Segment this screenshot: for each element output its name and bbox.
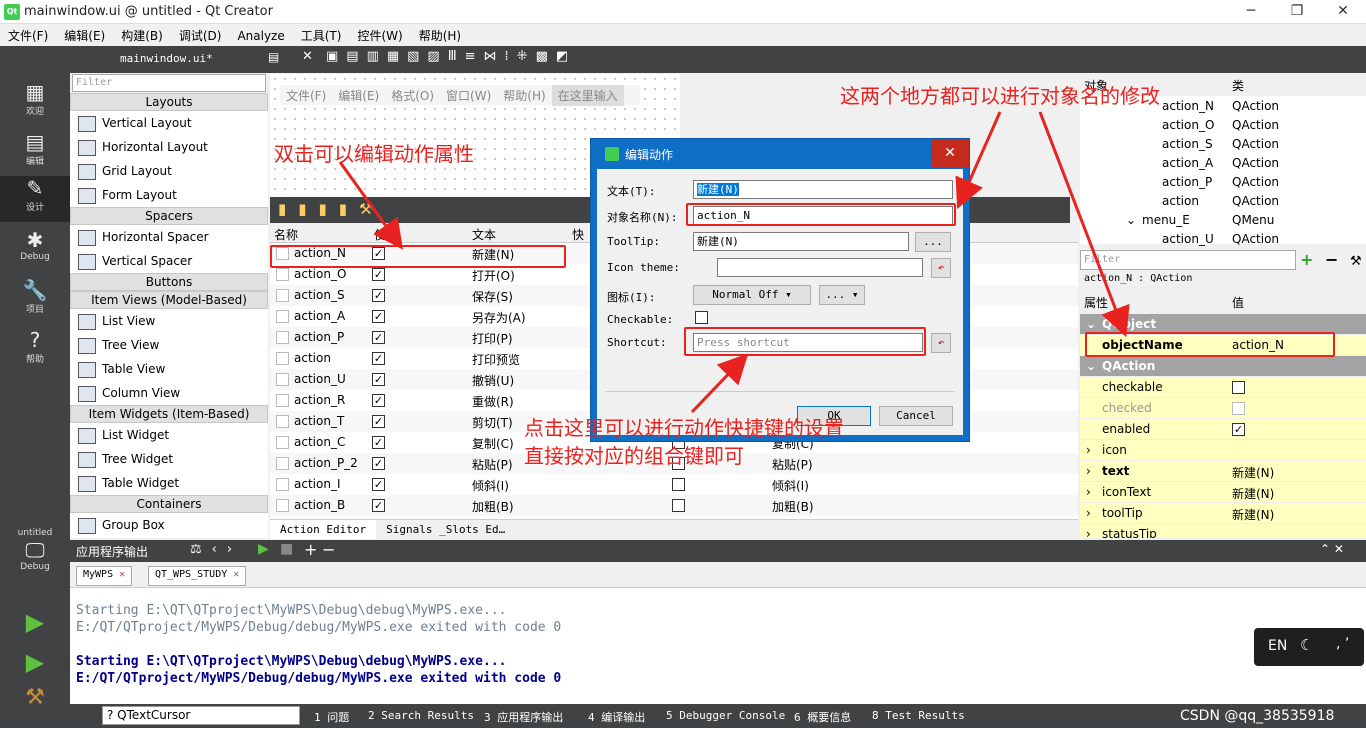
arrow-to-action-row (338, 161, 403, 250)
arrow-to-shortcut-field (690, 353, 749, 414)
arrow-to-objectname-property (1038, 111, 1130, 338)
annotation-arrows (338, 111, 1130, 414)
arrow-to-objectname-field (955, 111, 1002, 209)
